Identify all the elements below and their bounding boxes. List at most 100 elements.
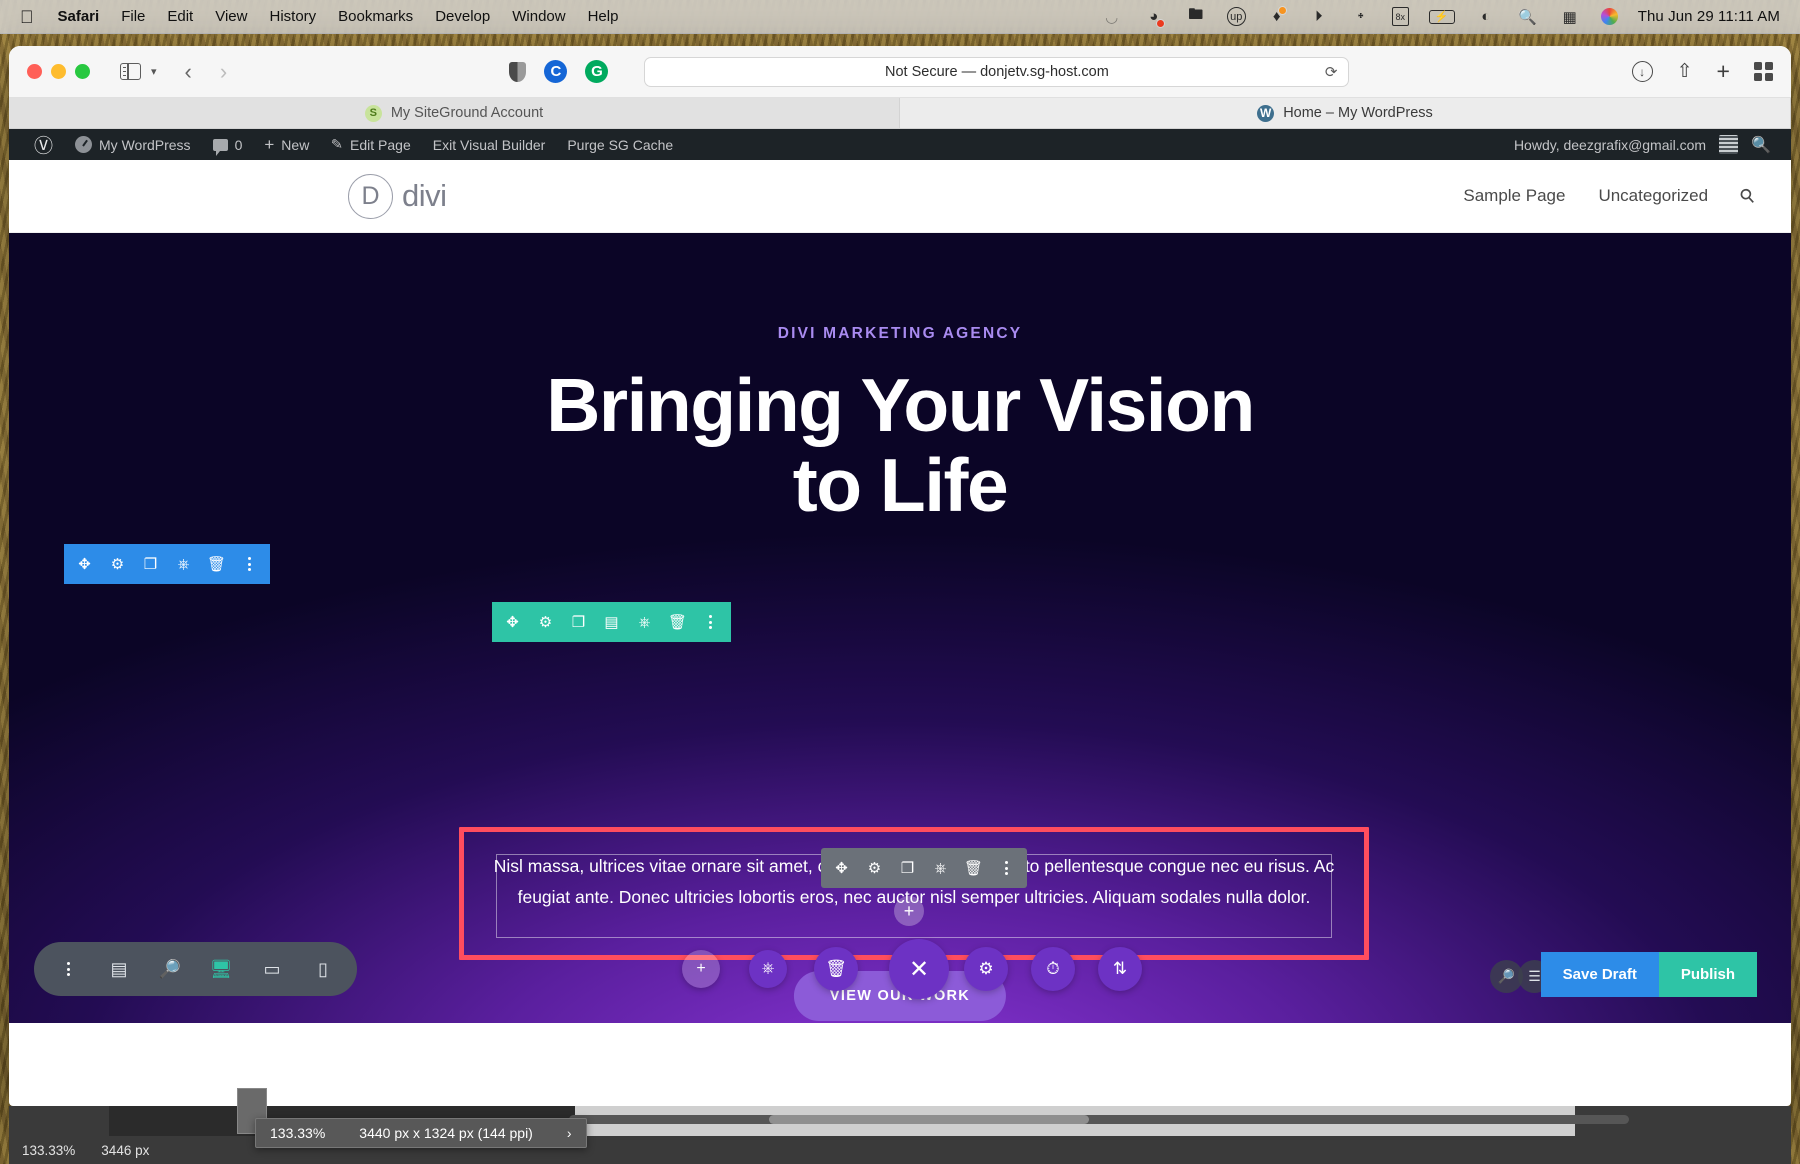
address-bar[interactable]: Not Secure — donjetv.sg-host.com ⟳ (644, 56, 1350, 87)
move-icon[interactable]: ✥ (498, 602, 527, 642)
extension-c-icon[interactable]: C (544, 60, 568, 83)
bluetooth-icon[interactable]: ᛭ (1350, 6, 1372, 28)
more-options-icon[interactable] (696, 602, 725, 642)
extension-g-icon[interactable]: G (585, 60, 609, 83)
module-toolbar[interactable]: ✥ ⚙ ❐ ⎈ 🗑 (821, 848, 1027, 888)
vpn-icon[interactable]: ♦ (1266, 5, 1288, 28)
share-icon[interactable]: ⇧ (1677, 60, 1693, 83)
gear-icon[interactable]: ⚙ (531, 602, 560, 642)
save-draft-button[interactable]: Save Draft (1540, 952, 1659, 997)
move-icon[interactable]: ✥ (827, 848, 856, 888)
nav-item-uncategorized[interactable]: Uncategorized (1598, 186, 1708, 206)
responsive-toggle-icon[interactable]: ⇅ (1098, 947, 1142, 991)
add-icon[interactable]: + (682, 950, 720, 988)
back-button[interactable]: ‹ (185, 59, 192, 85)
admin-bar-wp-logo[interactable]: Ⓥ (23, 129, 64, 160)
popup-expand-arrow-icon[interactable]: › (567, 1125, 572, 1141)
menu-history[interactable]: History (269, 8, 316, 25)
trash-icon[interactable]: 🗑 (959, 848, 988, 888)
trash-icon[interactable]: 🗑 (663, 602, 692, 642)
download-icon[interactable]: ↓ (1631, 61, 1653, 82)
maximize-window-button[interactable] (75, 64, 90, 79)
nav-item-sample-page[interactable]: Sample Page (1463, 186, 1565, 206)
wifi-weak-icon[interactable]: ◡ (1101, 6, 1123, 28)
column-structure-icon[interactable]: ▤ (597, 602, 626, 642)
new-tab-button[interactable]: + (1717, 58, 1730, 85)
admin-bar-edit-page[interactable]: ✎ Edit Page (320, 129, 421, 160)
admin-bar-new[interactable]: + New (253, 129, 320, 160)
howdy-label[interactable]: Howdy, deezgrafix@gmail.com (1514, 137, 1706, 153)
add-module-button[interactable]: + (894, 896, 924, 926)
close-window-button[interactable] (27, 64, 42, 79)
search-icon[interactable]: ⚲ (1735, 183, 1761, 209)
avatar[interactable] (1719, 135, 1739, 154)
minimize-window-button[interactable] (51, 64, 66, 79)
chevron-down-icon[interactable]: ▾ (151, 65, 157, 78)
duplicate-icon[interactable]: ❐ (564, 602, 593, 642)
menu-help[interactable]: Help (588, 8, 619, 25)
desktop-view-icon[interactable]: 🖥 (201, 949, 241, 989)
search-icon[interactable]: 🔍 (1751, 135, 1771, 155)
site-logo[interactable]: D divi (348, 173, 447, 219)
tab-overview-icon[interactable] (1753, 62, 1773, 81)
window-controls[interactable] (27, 64, 90, 79)
wifi-icon[interactable]: ◐ (1475, 6, 1497, 28)
duplicate-icon[interactable]: ❐ (136, 544, 165, 584)
phone-view-icon[interactable]: ▯ (303, 949, 343, 989)
section-toolbar[interactable]: ✥ ⚙ ❐ ⎈ 🗑 (64, 544, 270, 584)
admin-bar-exit-visual-builder[interactable]: Exit Visual Builder (422, 129, 557, 160)
control-center-icon[interactable]: ▦ (1559, 6, 1581, 28)
gear-icon[interactable]: ⚙ (103, 544, 132, 584)
menu-file[interactable]: File (121, 8, 145, 25)
menu-window[interactable]: Window (512, 8, 565, 25)
builder-view-bar[interactable]: ▤ 🔎 🖥 ▭ ▯ (34, 942, 357, 996)
spotlight-search-icon[interactable]: 🔍 (1517, 6, 1539, 28)
more-options-icon[interactable] (235, 544, 264, 584)
save-library-icon[interactable]: ⎈ (169, 544, 198, 584)
horizontal-scrollbar[interactable] (569, 1115, 1629, 1124)
gear-icon[interactable]: ⚙ (860, 848, 889, 888)
save-library-icon[interactable]: ⎈ (630, 602, 659, 642)
close-builder-icon[interactable]: ✕ (889, 939, 949, 999)
menu-develop[interactable]: Develop (435, 8, 490, 25)
trash-icon[interactable]: 🗑 (814, 947, 858, 991)
sidebar-icon[interactable] (120, 63, 141, 80)
save-library-icon[interactable]: ⎈ (926, 848, 955, 888)
menu-view[interactable]: View (215, 8, 247, 25)
apple-logo-icon[interactable]:  (20, 8, 34, 26)
admin-bar-site-name[interactable]: My WordPress (64, 129, 202, 160)
privacy-shield-icon[interactable] (509, 61, 527, 82)
upwork-icon[interactable]: up (1226, 7, 1246, 26)
forward-button[interactable]: › (220, 59, 227, 85)
tab-wordpress-home[interactable]: W Home – My WordPress (900, 98, 1791, 128)
menu-app-name[interactable]: Safari (58, 8, 100, 25)
calculator-icon[interactable]: 8x (1391, 7, 1409, 26)
tablet-view-icon[interactable]: ▭ (252, 949, 292, 989)
color-wheel-icon[interactable] (1600, 8, 1618, 25)
trash-icon[interactable]: 🗑 (202, 544, 231, 584)
folder-icon[interactable]: 🖿 (1185, 6, 1207, 28)
more-options-icon[interactable] (992, 848, 1021, 888)
admin-bar-purge-sg-cache[interactable]: Purge SG Cache (556, 129, 684, 160)
save-publish-bar[interactable]: Save Draft Publish (1540, 952, 1757, 997)
publish-button[interactable]: Publish (1658, 952, 1757, 997)
menu-edit[interactable]: Edit (167, 8, 193, 25)
admin-bar-comments[interactable]: 0 (202, 129, 254, 160)
row-toolbar[interactable]: ✥ ⚙ ❐ ▤ ⎈ 🗑 (492, 602, 731, 642)
battery-charging-icon[interactable]: ⚡ (1428, 9, 1455, 24)
play-circle-icon[interactable]: ⏵ (1308, 6, 1330, 28)
move-icon[interactable]: ✥ (70, 544, 99, 584)
menu-bar-clock[interactable]: Thu Jun 29 11:11 AM (1638, 8, 1780, 25)
settings-icon[interactable]: ⚙ (964, 947, 1008, 991)
podcast-icon[interactable]: ◕ (1143, 6, 1165, 28)
wireframe-view-icon[interactable]: ▤ (99, 949, 139, 989)
save-library-icon[interactable]: ⎈ (749, 950, 787, 988)
history-icon[interactable]: ⏱ (1031, 947, 1075, 991)
duplicate-icon[interactable]: ❐ (893, 848, 922, 888)
scrollbar-thumb[interactable] (769, 1115, 1089, 1124)
zoom-out-view-icon[interactable]: 🔎 (150, 949, 190, 989)
more-options-icon[interactable] (48, 949, 88, 989)
reload-icon[interactable]: ⟳ (1325, 63, 1338, 81)
menu-bookmarks[interactable]: Bookmarks (338, 8, 413, 25)
tab-siteground[interactable]: S My SiteGround Account (9, 98, 900, 128)
